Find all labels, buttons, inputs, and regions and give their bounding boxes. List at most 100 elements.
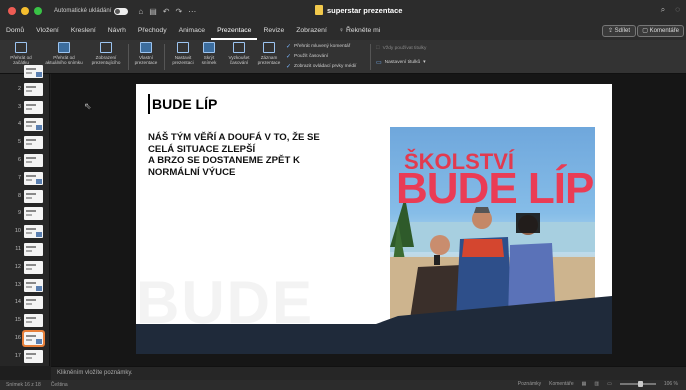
play-from-start-button[interactable]: Přehrát od začátku (4, 42, 38, 65)
slide-title[interactable]: BUDE LÍP (152, 96, 217, 112)
slide-thumbnail[interactable] (0, 64, 50, 82)
subtitle-settings-dropdown[interactable]: ▭ Nastavení titulků ▾ (376, 59, 426, 66)
notes-toggle[interactable]: Poznámky (518, 381, 541, 387)
narration-checkbox[interactable]: ✓ Přehrát mluvený komentář (286, 43, 350, 50)
slide-thumbnail-image[interactable] (24, 154, 43, 167)
comments-toggle[interactable]: Komentáře (549, 381, 573, 387)
thumb-line (26, 72, 32, 74)
tab-kresleni[interactable]: Kreslení (65, 22, 102, 40)
slide-thumbnail-image[interactable] (24, 118, 43, 132)
document-icon (315, 5, 323, 15)
presenter-view-button[interactable]: Zobrazení prezentujícího (88, 42, 124, 65)
slide-thumbnail[interactable]: 11 (0, 242, 50, 260)
share-button[interactable]: ⇪ Sdílet (601, 25, 636, 37)
thumb-line (26, 356, 32, 359)
slide-thumbnail[interactable]: 17 (0, 349, 50, 367)
slide-thumbnail-image[interactable] (24, 136, 43, 150)
slide-thumbnail[interactable]: 2 (0, 82, 50, 100)
slide-thumbnail-image[interactable] (24, 82, 43, 96)
use-timings-checkbox[interactable]: ✓ Použít časování (286, 53, 328, 60)
slide-thumbnail[interactable]: 14 (0, 295, 50, 313)
sorter-view-icon[interactable]: ▥ (594, 381, 599, 387)
search-icon[interactable]: ⌕ (661, 5, 665, 15)
tab-revize[interactable]: Revize (257, 22, 290, 40)
slide-body-text[interactable]: NÁŠ TÝM VĚŘÍ A DOUFÁ V TO, ŽE SE CELÁ SI… (148, 132, 388, 178)
zoom-level[interactable]: 106 % (664, 381, 678, 387)
thumb-line (26, 281, 36, 284)
redo-icon[interactable]: ↷ (175, 7, 182, 16)
undo-icon[interactable]: ↶ (163, 7, 170, 16)
custom-show-button[interactable]: Vlastní prezentace (131, 42, 161, 65)
tab-prezentace[interactable]: Prezentace (211, 22, 258, 40)
hide-slide-button[interactable]: Skrýt snímek (198, 42, 220, 65)
slide-thumbnail-image[interactable] (24, 296, 43, 310)
thumb-line (26, 214, 32, 217)
tab-animace[interactable]: Animace (173, 22, 211, 40)
slide-thumbnail-image[interactable] (24, 189, 43, 203)
slide-thumbnail[interactable]: 15 (0, 313, 50, 331)
slide-thumbnail[interactable]: 6 (0, 153, 50, 171)
slide-thumbnail-image[interactable] (24, 65, 43, 78)
always-subtitles-checkbox[interactable]: □ Vždy používat titulky (376, 45, 426, 51)
setup-show-button[interactable]: Nastavit prezentaci (168, 42, 198, 65)
notes-pane[interactable]: Klikněním vložíte poznámky. (51, 366, 686, 380)
slide-thumbnail[interactable]: 9 (0, 206, 50, 224)
autosave-toggle[interactable] (114, 7, 129, 15)
autosave-label: Automatické ukládání (54, 8, 112, 14)
slide-thumbnail[interactable]: 10 (0, 224, 50, 242)
close-window-button[interactable] (8, 7, 16, 15)
slide-thumbnail-image[interactable] (24, 314, 43, 328)
slide-thumbnail-image[interactable] (24, 225, 43, 239)
more-icon[interactable]: ⋯ (188, 7, 196, 16)
slide-thumbnail[interactable]: 5 (0, 135, 50, 153)
account-icon[interactable]: ◌ (675, 5, 680, 15)
tell-me-label: Řekněte mi (345, 27, 381, 34)
slide-photo[interactable]: ŠKOLSTVÍ BUDE LÍP (390, 127, 595, 319)
rehearse-timings-button[interactable]: Vyzkoušet časování (224, 42, 254, 65)
slide-thumbnail-panel[interactable]: 2 3 4 5 6 7 8 9 10 11 12 13 14 15 16 17 (0, 65, 50, 367)
media-controls-checkbox[interactable]: ✓ Zobrazit ovládací prvky médií (286, 63, 356, 70)
photo-caption-big: BUDE LÍP (396, 164, 594, 213)
minimize-window-button[interactable] (21, 7, 29, 15)
thumb-line (26, 178, 32, 181)
slide-thumbnail-image[interactable] (24, 100, 43, 114)
thumb-line (26, 246, 36, 248)
slide-thumbnail[interactable]: 16 (0, 330, 50, 349)
slide-thumbnail[interactable]: 3 (0, 100, 50, 118)
tell-me[interactable]: ♀ Řekněte mi (333, 22, 387, 40)
slide-thumbnail[interactable]: 7 (0, 171, 50, 189)
slide-thumbnail-image[interactable] (24, 171, 43, 185)
tab-navrh[interactable]: Návrh (102, 22, 132, 40)
slide-thumbnail-image[interactable] (24, 243, 43, 256)
language-indicator[interactable]: Čeština (51, 382, 68, 388)
slide-thumbnail-image[interactable] (24, 260, 43, 274)
slide-thumbnail[interactable]: 12 (0, 260, 50, 278)
save-icon[interactable]: ▤ (149, 7, 157, 16)
reading-view-icon[interactable]: ▭ (607, 381, 612, 387)
zoom-slider[interactable] (619, 381, 656, 387)
slide-thumbnail-image[interactable] (22, 330, 45, 347)
slide-thumbnail-image[interactable] (24, 207, 43, 221)
home-icon[interactable]: ⌂ (138, 7, 143, 16)
record-show-button[interactable]: Záznam prezentace (254, 42, 284, 65)
slide-thumbnail[interactable]: 13 (0, 278, 50, 296)
current-slide[interactable]: BUDE BUDE LÍP NÁŠ TÝM VĚŘÍ A DOUFÁ V TO,… (136, 84, 612, 354)
slide-thumbnail-image[interactable] (24, 278, 43, 292)
maximize-window-button[interactable] (34, 7, 42, 15)
slide-thumbnail-image[interactable] (24, 349, 43, 363)
rehearse-label-2: časování (229, 60, 249, 65)
slide-thumbnail[interactable]: 4 (0, 117, 50, 135)
tab-domu[interactable]: Domů (0, 22, 30, 40)
normal-view-icon[interactable]: ▦ (582, 381, 587, 387)
tab-zobrazeni[interactable]: Zobrazení (290, 22, 333, 40)
slide-thumbnail-number: 9 (17, 210, 21, 217)
thumb-line (26, 321, 32, 324)
tab-vlozeni[interactable]: Vložení (30, 22, 65, 40)
slide-thumbnail-number: 6 (17, 157, 21, 163)
play-from-current-button[interactable]: Přehrát od aktuálního snímku (42, 42, 86, 65)
thumb-image (36, 232, 42, 238)
comments-button[interactable]: ▢ Komentáře (637, 25, 684, 37)
tab-prechody[interactable]: Přechody (132, 22, 173, 40)
slide-thumbnail[interactable]: 8 (0, 189, 50, 207)
thumb-line (26, 352, 36, 355)
